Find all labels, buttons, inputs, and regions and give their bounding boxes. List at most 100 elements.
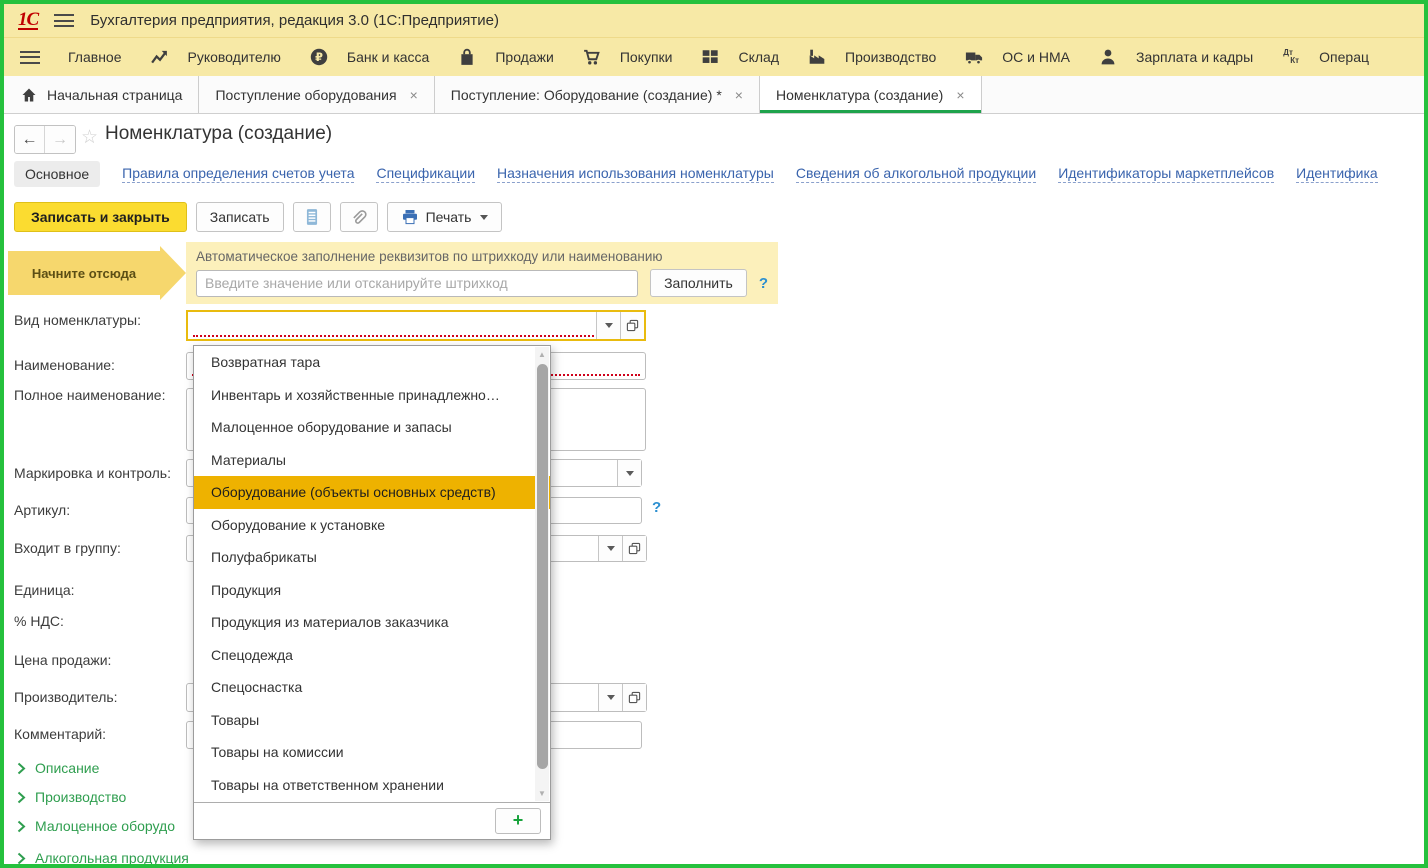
close-icon[interactable]: × [410, 87, 418, 103]
factory-icon [808, 48, 826, 66]
start-here-arrow: Начните отсюда [8, 251, 160, 295]
dropdown-arrow-icon[interactable] [598, 684, 622, 711]
kind-combobox[interactable] [186, 310, 646, 341]
chevron-right-icon [17, 762, 26, 775]
section-alkogolnaya[interactable]: Алкогольная продукция [17, 850, 189, 864]
scrollbar-thumb[interactable] [537, 364, 548, 769]
section-malotsennoe[interactable]: Малоценное оборудо [17, 818, 175, 834]
person-icon [1099, 48, 1117, 66]
open-windows-tab-bar: Начальная страница Поступление оборудова… [4, 76, 1424, 114]
article-help-icon[interactable]: ? [652, 499, 661, 516]
pallet-grid-icon [701, 48, 719, 66]
menu-item-bank-kassa[interactable]: ₽ Банк и касса [310, 48, 429, 66]
print-button[interactable]: Печать [387, 202, 503, 232]
form-nav-links: Основное Правила определения счетов учет… [14, 161, 1378, 187]
dropdown-items: Возвратная тара Инвентарь и хозяйственны… [194, 346, 550, 802]
tab-nomenklatura-sozdanie[interactable]: Номенклатура (создание) × [760, 76, 982, 113]
dtkt-icon: ДтКт [1282, 48, 1300, 66]
barcode-input[interactable] [196, 270, 638, 297]
paperclip-icon [350, 208, 368, 226]
dropdown-item[interactable]: Спецоснастка [194, 671, 550, 704]
dropdown-item[interactable]: Инвентарь и хозяйственные принадлежно… [194, 379, 550, 412]
back-button[interactable]: ← [15, 126, 45, 153]
dropdown-arrow-icon[interactable] [617, 460, 641, 486]
help-icon[interactable]: ? [759, 275, 768, 292]
choose-icon[interactable] [622, 536, 646, 561]
section-opisanie[interactable]: Описание [17, 760, 99, 776]
attachments-button[interactable] [340, 202, 378, 232]
reports-button[interactable] [293, 202, 331, 232]
menu-item-zarplata[interactable]: Зарплата и кадры [1099, 48, 1253, 66]
nav-link-account-rules[interactable]: Правила определения счетов учета [122, 165, 354, 183]
dropdown-arrow-icon[interactable] [596, 312, 620, 339]
nav-tab-osnovnoe[interactable]: Основное [14, 161, 100, 187]
dropdown-scrollbar[interactable]: ▲ ▼ [535, 347, 549, 801]
dropdown-item[interactable]: Продукция [194, 574, 550, 607]
truck-icon [965, 48, 983, 66]
dropdown-item[interactable]: Продукция из материалов заказчика [194, 606, 550, 639]
label-kind: Вид номенклатуры: [14, 312, 141, 328]
choose-icon[interactable] [620, 312, 644, 339]
section-menu-bar: Главное Руководителю ₽ Банк и касса Прод… [4, 38, 1424, 76]
menu-item-proizvodstvo[interactable]: Производство [808, 48, 936, 66]
dropdown-item[interactable]: Товары на ответственном хранении [194, 769, 550, 802]
main-menu-icon[interactable] [54, 14, 74, 27]
svg-text:₽: ₽ [315, 52, 323, 64]
dropdown-item-selected[interactable]: Оборудование (объекты основных средств) [194, 476, 550, 509]
home-icon [20, 86, 38, 104]
section-proizvodstvo[interactable]: Производство [17, 789, 126, 805]
label-comment: Комментарий: [14, 726, 106, 742]
nav-link-alcohol-info[interactable]: Сведения об алкогольной продукции [796, 165, 1036, 183]
label-full-name: Полное наименование: [14, 387, 165, 403]
title-bar: 1С Бухгалтерия предприятия, редакция 3.0… [4, 4, 1424, 38]
tab-home[interactable]: Начальная страница [4, 76, 199, 113]
dropdown-footer: + [194, 802, 550, 839]
label-marking: Маркировка и контроль: [14, 465, 171, 481]
dropdown-item[interactable]: Товары [194, 704, 550, 737]
dropdown-item[interactable]: Возвратная тара [194, 346, 550, 379]
save-and-close-button[interactable]: Записать и закрыть [14, 202, 187, 232]
menu-item-pokupki[interactable]: Покупки [583, 48, 673, 66]
nav-link-marketplace-ids[interactable]: Идентификаторы маркетплейсов [1058, 165, 1274, 183]
scroll-down-icon[interactable]: ▼ [535, 789, 549, 798]
favorite-star-icon[interactable]: ☆ [81, 126, 98, 149]
choose-icon[interactable] [622, 684, 646, 711]
menu-item-glavnoe[interactable]: Главное [68, 49, 122, 65]
dropdown-item[interactable]: Оборудование к установке [194, 509, 550, 542]
label-vat: % НДС: [14, 613, 64, 629]
app-window: 1С Бухгалтерия предприятия, редакция 3.0… [0, 0, 1428, 868]
menu-item-os-nma[interactable]: ОС и НМА [965, 48, 1070, 66]
menu-item-rukovoditelyu[interactable]: Руководителю [151, 48, 281, 66]
nav-link-specifications[interactable]: Спецификации [376, 165, 475, 183]
tab-postuplenie-oborudovaniya[interactable]: Поступление оборудования × [199, 76, 434, 113]
close-icon[interactable]: × [956, 87, 964, 103]
dropdown-item[interactable]: Товары на комиссии [194, 736, 550, 769]
dropdown-arrow-icon[interactable] [598, 536, 622, 561]
close-icon[interactable]: × [735, 87, 743, 103]
fill-button[interactable]: Заполнить [650, 269, 747, 297]
auto-fill-title: Автоматическое заполнение реквизитов по … [196, 249, 768, 264]
chevron-right-icon [17, 820, 26, 833]
form-toolbar: Записать и закрыть Записать Печать [14, 202, 502, 232]
nav-link-identifiers-truncated[interactable]: Идентифика [1296, 165, 1378, 183]
save-button[interactable]: Записать [196, 202, 284, 232]
dropdown-item[interactable]: Материалы [194, 444, 550, 477]
forward-button[interactable]: → [45, 126, 75, 153]
ruble-circle-icon: ₽ [310, 48, 328, 66]
tab-postuplenie-sozdanie[interactable]: Поступление: Оборудование (создание) * × [435, 76, 760, 113]
menu-item-prodazhi[interactable]: Продажи [458, 48, 553, 66]
dropdown-item[interactable]: Спецодежда [194, 639, 550, 672]
label-manufacturer: Производитель: [14, 689, 118, 705]
dropdown-item[interactable]: Малоценное оборудование и запасы [194, 411, 550, 444]
add-new-item-button[interactable]: + [495, 808, 541, 834]
dropdown-item[interactable]: Полуфабрикаты [194, 541, 550, 574]
chevron-right-icon [17, 791, 26, 804]
menu-item-sklad[interactable]: Склад [701, 48, 779, 66]
chevron-down-icon [480, 215, 488, 220]
sections-menu-icon[interactable] [20, 51, 40, 64]
printer-icon [401, 208, 419, 226]
scroll-up-icon[interactable]: ▲ [535, 350, 549, 359]
menu-item-operatsii[interactable]: ДтКт Операц [1282, 48, 1369, 66]
nav-link-usage-purposes[interactable]: Назначения использования номенклатуры [497, 165, 774, 183]
trending-up-icon [151, 48, 169, 66]
